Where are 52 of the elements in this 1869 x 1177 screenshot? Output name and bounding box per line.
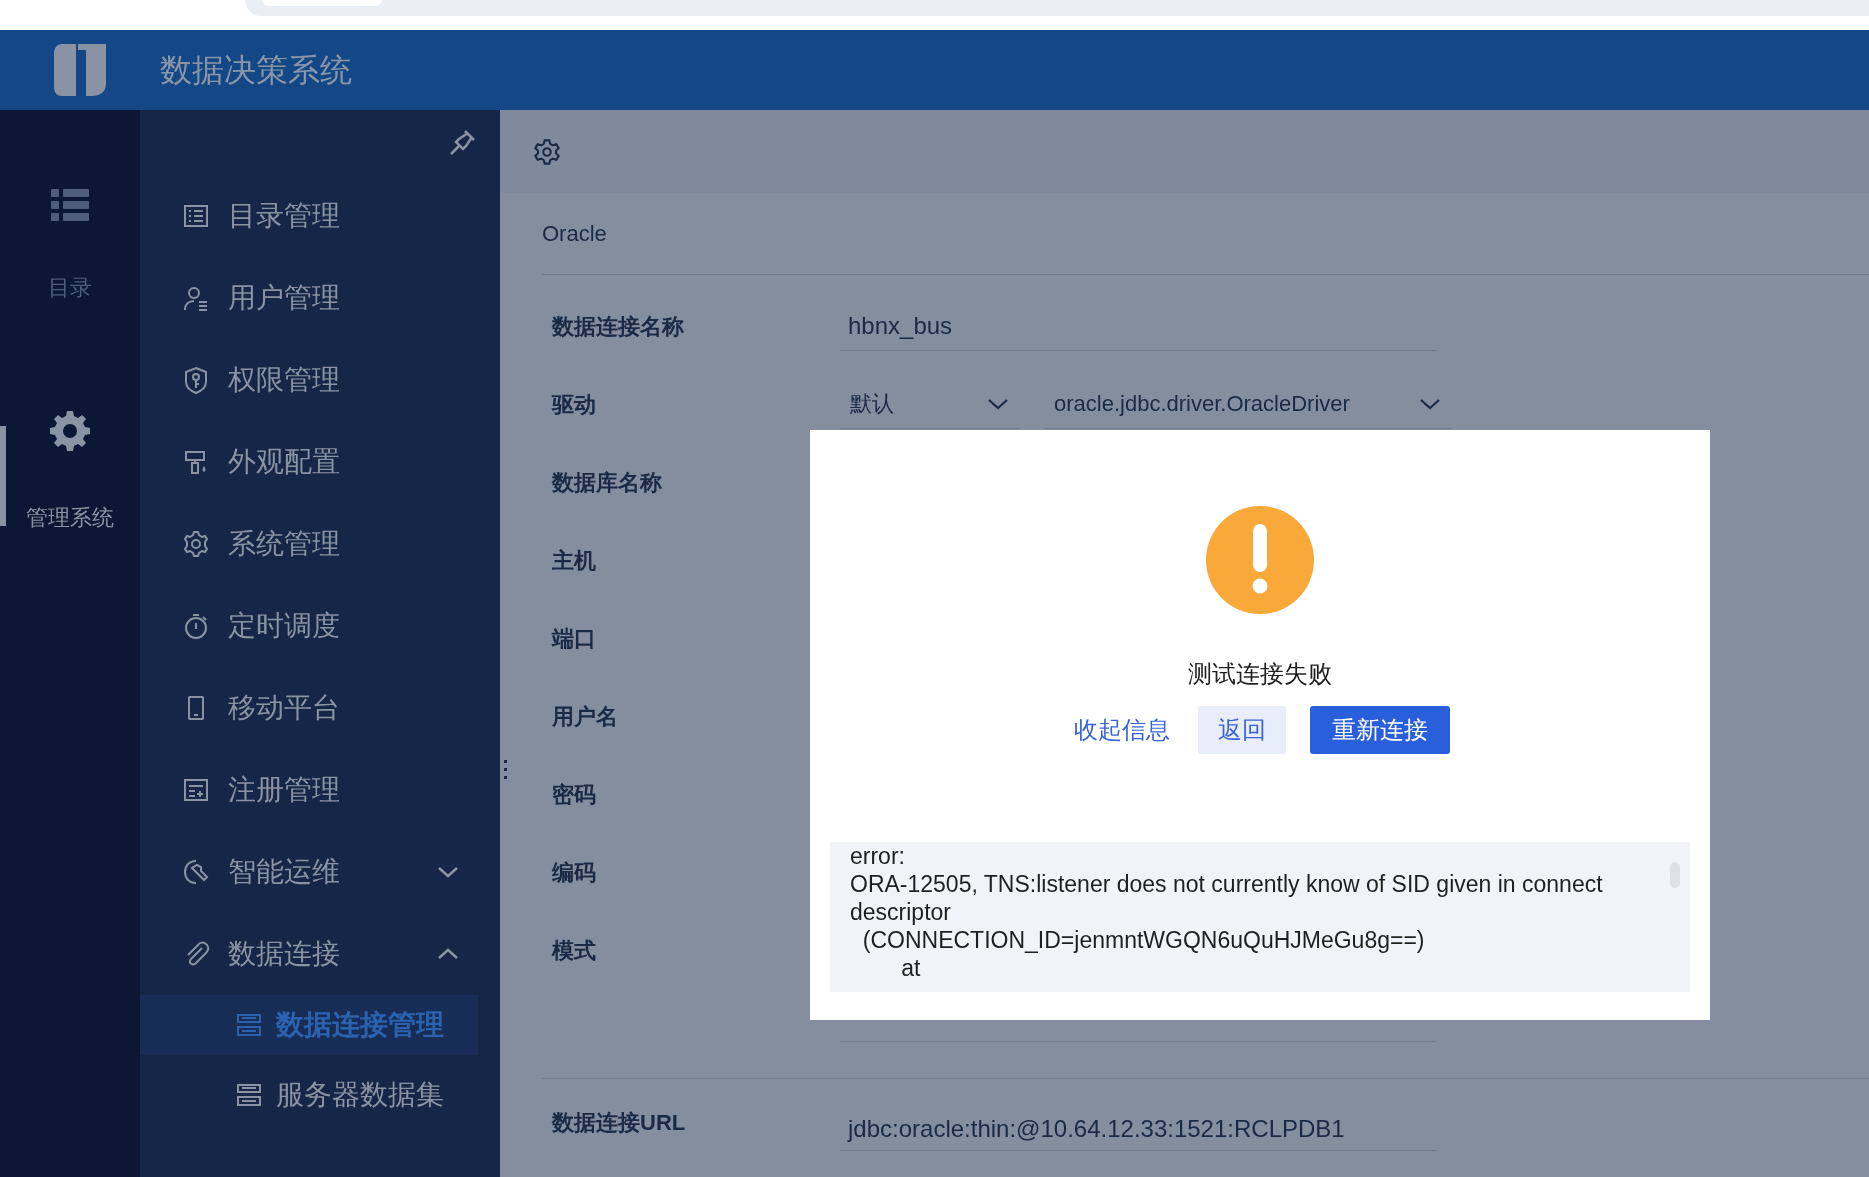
server-icon xyxy=(236,1082,262,1108)
log-line: (CONNECTION_ID=jenmntWGQN6uQuHJMeGu8g==) xyxy=(861,926,1426,954)
field-label: 数据库名称 xyxy=(550,468,663,497)
menu-item[interactable]: 系统管理 xyxy=(140,503,500,585)
text-field[interactable]: hbnx_bus xyxy=(840,301,1436,351)
field-label: 端口 xyxy=(550,624,597,653)
reconnect-button[interactable]: 重新连接 xyxy=(1310,706,1450,754)
app-title: 数据决策系统 xyxy=(160,51,352,90)
list-icon xyxy=(182,202,210,230)
menu-item[interactable]: 目录管理 xyxy=(140,175,500,257)
log-line: error: xyxy=(850,842,906,870)
settings-icon xyxy=(182,530,210,558)
wrench-icon xyxy=(182,858,210,886)
warning-icon xyxy=(1206,506,1314,614)
link[interactable]: 收起信息 xyxy=(1070,706,1174,754)
field-label: 编码 xyxy=(551,858,597,887)
menu-item[interactable]: 用户管理 xyxy=(140,257,500,339)
user-icon xyxy=(182,284,210,312)
menu-item[interactable]: 数据连接 xyxy=(140,913,500,995)
text-field[interactable]: jdbc:oracle:thin:@10.64.12.33:1521:RCLPDB1 xyxy=(840,1107,1436,1151)
log-line: ORA-12505, TNS:listener does not currently know of SID given in connect descriptor xyxy=(850,870,1604,926)
settings-icon[interactable] xyxy=(533,137,561,166)
field-label: 数据连接名称 xyxy=(550,312,685,341)
menu-item[interactable]: 注册管理 xyxy=(140,749,500,831)
resize-handle[interactable] xyxy=(504,760,507,779)
logo-icon xyxy=(52,42,108,98)
list-icon xyxy=(51,189,89,221)
menu-item[interactable]: 定时调度 xyxy=(140,585,500,667)
field-label: 主机 xyxy=(551,546,597,575)
field-label: 模式 xyxy=(550,936,597,965)
menu-item[interactable]: 外观配置 xyxy=(140,421,500,503)
dialog-title: 测试连接失败 xyxy=(1188,659,1332,689)
menu-item[interactable]: 移动平台 xyxy=(140,667,500,749)
menu-item[interactable]: 智能运维 xyxy=(140,831,500,913)
settings-icon xyxy=(50,411,90,451)
log-line: at xyxy=(900,954,922,982)
rail-item[interactable]: 目录 xyxy=(0,189,140,304)
field-label: 密码 xyxy=(551,780,597,809)
submenu-item[interactable]: 服务器数据集 xyxy=(140,1065,478,1125)
stopwatch-icon xyxy=(182,612,210,640)
form-icon xyxy=(182,776,210,804)
field-label: 数据连接URL xyxy=(550,1109,687,1137)
field-label: 用户名 xyxy=(551,702,619,731)
select-field[interactable]: 默认 xyxy=(840,379,1020,429)
back-button[interactable]: 返回 xyxy=(1198,706,1286,754)
menu-item[interactable]: 权限管理 xyxy=(140,339,500,421)
shield-icon xyxy=(182,366,210,394)
server-icon xyxy=(236,1012,262,1038)
select-field[interactable]: oracle.jdbc.driver.OracleDriver xyxy=(1044,379,1452,429)
section-title: Oracle xyxy=(542,220,607,248)
field-label: 驱动 xyxy=(550,390,597,419)
rail-item[interactable]: 管理系统 xyxy=(0,411,140,534)
